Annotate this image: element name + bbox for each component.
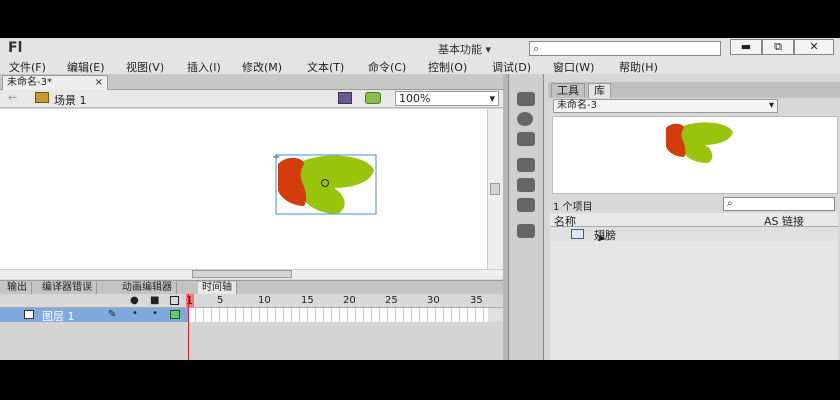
search-icon: ⌕ [533, 42, 540, 55]
close-button[interactable]: ✕ [794, 39, 834, 55]
timeline-panel: ● ■ 1 5 10 15 20 25 30 35 图层 1 ✎ • • [0, 294, 503, 360]
stage-horizontal-scrollbar[interactable] [0, 269, 503, 279]
menu-help[interactable]: 帮助(H) [619, 59, 658, 75]
frame-number: 25 [385, 295, 398, 306]
back-icon[interactable]: ← [8, 91, 17, 104]
menu-control[interactable]: 控制(O) [428, 59, 467, 75]
library-list-area [550, 241, 838, 360]
minimize-button[interactable]: ▬ [730, 39, 762, 55]
motion-presets-icon[interactable] [517, 198, 535, 212]
library-item[interactable]: 翅膀 ➤ [550, 227, 838, 245]
menu-window[interactable]: 窗口(W) [553, 59, 594, 75]
tab-library[interactable]: 库 [588, 83, 611, 98]
frame-number: 5 [217, 295, 224, 306]
wing-red [278, 157, 307, 206]
lock-icon[interactable]: ■ [150, 295, 159, 306]
tab-close-icon[interactable]: × [95, 76, 103, 89]
eye-icon[interactable]: ● [130, 295, 139, 306]
document-tab-bar: 未命名-3* × [0, 74, 503, 90]
edit-bar: ← 场景 1 100% ▾ [0, 90, 503, 108]
menu-file[interactable]: 文件(F) [9, 59, 46, 75]
library-document-select[interactable]: 未命名-3 ▾ [553, 99, 778, 113]
panel-icon-strip [508, 74, 544, 360]
visibility-dot-icon[interactable]: • [132, 308, 138, 319]
workspace-switcher[interactable]: 基本功能 ▾ [438, 41, 491, 57]
layer-row[interactable]: 图层 1 ✎ • • [0, 308, 188, 323]
stage-vertical-scrollbar[interactable] [487, 109, 503, 269]
align-icon[interactable] [517, 132, 535, 146]
stage[interactable]: + [0, 109, 487, 269]
document-tab[interactable]: 未命名-3* × [2, 75, 108, 90]
menu-view[interactable]: 视图(V) [126, 59, 164, 75]
help-search-input[interactable]: ⌕ [529, 41, 721, 56]
scene-panel-icon[interactable] [517, 224, 535, 238]
transform-icon[interactable] [517, 158, 535, 172]
menu-insert[interactable]: 插入(I) [187, 59, 221, 75]
menu-edit[interactable]: 编辑(E) [67, 59, 105, 75]
bottom-panel-tabs: 输出 编译器错误 动画编辑器 时间轴 [0, 280, 503, 295]
menu-debug[interactable]: 调试(D) [492, 59, 531, 75]
app-logo: Fl [8, 40, 23, 56]
close-icon: ✕ [809, 40, 819, 53]
frame-number: 20 [343, 295, 356, 306]
chevron-down-icon: ▾ [489, 92, 495, 105]
components-icon[interactable] [517, 178, 535, 192]
zoom-select[interactable]: 100% ▾ [395, 91, 499, 106]
library-preview [552, 116, 838, 194]
lock-dot-icon[interactable]: • [152, 308, 158, 319]
library-column-header: 名称 AS 链接 [550, 213, 838, 228]
restore-button[interactable]: ⧉ [762, 39, 794, 55]
workspace-label: 基本功能 [438, 43, 482, 56]
scene-label[interactable]: 场景 1 [54, 92, 87, 108]
search-icon: ⌕ [727, 198, 733, 209]
preview-wing-green [680, 122, 733, 163]
edit-scene-icon[interactable] [338, 92, 352, 104]
chevron-down-icon: ▾ [768, 100, 774, 111]
menu-bar: 文件(F) 编辑(E) 视图(V) 插入(I) 修改(M) 文本(T) 命令(C… [0, 58, 840, 74]
library-item-count: 1 个项目 [553, 202, 593, 213]
menu-text[interactable]: 文本(T) [307, 59, 344, 75]
library-search-input[interactable]: ⌕ [723, 197, 835, 211]
preview-wing-red [666, 123, 686, 157]
info-icon[interactable] [517, 112, 533, 126]
preview-wing-shape [666, 122, 733, 163]
workspace-dropdown-icon: ▾ [485, 43, 492, 56]
outline-color-icon[interactable] [170, 310, 180, 319]
wing-shape[interactable] [274, 154, 378, 216]
edit-symbols-icon[interactable] [365, 92, 381, 104]
title-bar: Fl 基本功能 ▾ ⌕ ▬ ⧉ ✕ [0, 38, 840, 58]
document-tab-label: 未命名-3* [7, 77, 52, 88]
library-panel: 工具 库 未命名-3 ▾ 1 个项目 ⌕ 名称 AS 链接 翅膀 ➤ [548, 74, 840, 360]
color-panel-icon[interactable] [517, 92, 535, 106]
zoom-value: 100% [399, 92, 431, 105]
menu-modify[interactable]: 修改(M) [242, 59, 282, 75]
frame-number: 35 [470, 295, 483, 306]
playhead[interactable] [188, 294, 189, 360]
frame-number: 10 [258, 295, 271, 306]
wing-green [298, 155, 374, 214]
pencil-icon[interactable]: ✎ [108, 309, 116, 320]
minimize-icon: ▬ [740, 40, 752, 53]
scene-icon [35, 92, 49, 103]
library-document-name: 未命名-3 [557, 100, 597, 111]
timeline-footer [0, 322, 503, 360]
frame-number: 15 [301, 295, 314, 306]
graphic-symbol-icon [571, 229, 584, 239]
timeline-header: ● ■ 1 5 10 15 20 25 30 35 [0, 294, 503, 308]
outline-icon[interactable] [170, 296, 179, 305]
tab-tools[interactable]: 工具 [551, 83, 585, 98]
frame-number: 30 [427, 295, 440, 306]
frame-grid[interactable] [188, 308, 488, 322]
menu-commands[interactable]: 命令(C) [368, 59, 406, 75]
scroll-thumb[interactable] [490, 183, 500, 195]
scroll-thumb[interactable] [192, 270, 292, 278]
layer-type-icon [24, 310, 34, 319]
flash-app-window: Fl 基本功能 ▾ ⌕ ▬ ⧉ ✕ 文件(F) 编辑(E) 视图(V) 插入(I… [0, 38, 840, 360]
library-tabs: 工具 库 [548, 82, 840, 98]
restore-icon: ⧉ [774, 40, 782, 53]
